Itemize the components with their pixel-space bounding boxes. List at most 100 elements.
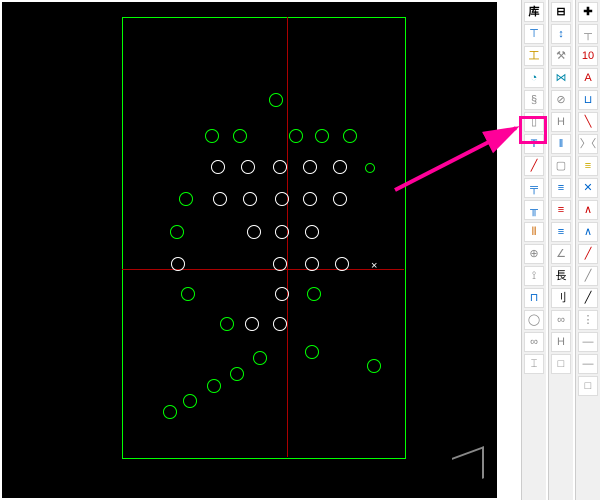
palette-header: 库 <box>524 2 544 22</box>
hole-marker[interactable] <box>243 192 257 206</box>
tool-cn-1-icon[interactable]: 刂 <box>551 288 571 308</box>
hole-marker[interactable] <box>233 129 247 143</box>
hole-marker[interactable] <box>205 129 219 143</box>
hole-marker[interactable] <box>207 379 221 393</box>
tool-line-r-icon[interactable]: ╲ <box>578 112 598 132</box>
tool-dots-icon[interactable]: ⋮ <box>578 310 598 330</box>
hole-marker[interactable] <box>305 345 319 359</box>
hole-marker[interactable] <box>303 192 317 206</box>
tool-seg-icon[interactable]: — <box>578 332 598 352</box>
hole-marker[interactable] <box>305 257 319 271</box>
tool-l-g-icon[interactable]: ╱ <box>578 266 598 286</box>
hole-marker[interactable] <box>230 367 244 381</box>
hole-marker[interactable] <box>241 160 255 174</box>
highlight-box <box>519 116 547 144</box>
tool-sq2-icon[interactable]: □ <box>578 376 598 396</box>
tool-l-r-icon[interactable]: ╱ <box>578 244 598 264</box>
hole-marker[interactable] <box>170 225 184 239</box>
hole-marker[interactable] <box>333 160 347 174</box>
hole-marker[interactable] <box>213 192 227 206</box>
tool-joint-icon[interactable]: ⋈ <box>551 68 571 88</box>
tool-i-section-icon[interactable]: ⌶ <box>524 354 544 374</box>
tool-hammer-icon[interactable]: ⚒ <box>551 46 571 66</box>
tool-u-blue-icon[interactable]: ⊔ <box>578 90 598 110</box>
x-marker: × <box>371 260 377 272</box>
boundary-rect <box>122 17 406 459</box>
tool-red10-icon[interactable]: 10 <box>578 46 598 66</box>
tool-dbl-icon[interactable]: ≡ <box>551 178 571 198</box>
tool-h-line-icon[interactable]: ‖ <box>551 134 571 154</box>
tool-box-icon[interactable]: ▢ <box>551 156 571 176</box>
tool-h-y-icon[interactable]: ≡ <box>578 156 598 176</box>
tool-h2-icon[interactable]: H <box>551 332 571 352</box>
hole-marker[interactable] <box>220 317 234 331</box>
tool-loop2-icon[interactable]: ∞ <box>551 310 571 330</box>
hole-marker[interactable] <box>179 192 193 206</box>
axis-v <box>287 17 288 457</box>
palette-header: ⊟ <box>551 2 571 22</box>
tool-aa-icon[interactable]: A <box>578 68 598 88</box>
tool-angle-icon[interactable]: ∠ <box>551 244 571 264</box>
hole-marker[interactable] <box>253 351 267 365</box>
hole-marker[interactable] <box>171 257 185 271</box>
tool-beam-t-icon[interactable]: ╤ <box>524 178 544 198</box>
tool-u-part-icon[interactable]: ⊓ <box>524 288 544 308</box>
drawing-canvas[interactable]: × <box>2 2 497 498</box>
tool-h-beam-icon[interactable]: H <box>551 112 571 132</box>
hole-marker[interactable] <box>183 394 197 408</box>
tool-arrows-icon[interactable]: ↕ <box>551 24 571 44</box>
hole-marker[interactable] <box>343 129 357 143</box>
tool-sq-icon[interactable]: □ <box>551 354 571 374</box>
tool-text-len-icon[interactable]: 長 <box>551 266 571 286</box>
tool-caret-b-icon[interactable]: ∧ <box>578 222 598 242</box>
tool-beam-b-icon[interactable]: ╥ <box>524 200 544 220</box>
tool-screw-icon[interactable]: ⟟ <box>524 266 544 286</box>
tool-color-bars-icon[interactable]: ⦀ <box>524 222 544 242</box>
tool-circ-icon[interactable]: ⊘ <box>551 90 571 110</box>
tool-caret-icon[interactable]: ∧ <box>578 200 598 220</box>
tool-loop-icon[interactable]: ∞ <box>524 332 544 352</box>
hole-marker[interactable] <box>305 225 319 239</box>
hole-marker[interactable] <box>365 163 375 173</box>
tool-pin-icon[interactable]: ⊤ <box>524 24 544 44</box>
hole-marker[interactable] <box>367 359 381 373</box>
tool-i-beam-icon[interactable]: 工 <box>524 46 544 66</box>
hole-marker[interactable] <box>303 160 317 174</box>
hole-marker[interactable] <box>163 405 177 419</box>
tool-target-icon[interactable]: ⊕ <box>524 244 544 264</box>
tool-spring-icon[interactable]: § <box>524 90 544 110</box>
hole-marker[interactable] <box>333 192 347 206</box>
tool-clock-icon[interactable]: ◔ <box>524 68 544 88</box>
tool-slash-icon[interactable]: ╱ <box>524 156 544 176</box>
palette-1: 库⊤工◔§▯T╱╤╥⦀⊕⟟⊓◯∞⌶ <box>521 0 546 500</box>
palette-3: ✚┬10A⊔╲〉〈≡✕∧∧╱╱╱⋮——□ <box>575 0 600 500</box>
hole-marker[interactable] <box>307 287 321 301</box>
tool-x-b-icon[interactable]: ✕ <box>578 178 598 198</box>
palette-2: ⊟↕⚒⋈⊘H‖▢≡≡≡∠長刂∞H□ <box>548 0 573 500</box>
hole-marker[interactable] <box>247 225 261 239</box>
corner-tab <box>452 446 484 490</box>
hole-marker[interactable] <box>273 257 287 271</box>
hole-marker[interactable] <box>275 287 289 301</box>
hole-marker[interactable] <box>315 129 329 143</box>
hole-marker[interactable] <box>211 160 225 174</box>
tool-seg2-icon[interactable]: — <box>578 354 598 374</box>
tool-tee3-icon[interactable]: ┬ <box>578 24 598 44</box>
tool-l-b-icon[interactable]: ╱ <box>578 288 598 308</box>
tool-bracket-icon[interactable]: 〉〈 <box>578 134 598 154</box>
hole-marker[interactable] <box>275 225 289 239</box>
hole-marker[interactable] <box>273 317 287 331</box>
hole-marker[interactable] <box>269 93 283 107</box>
hole-marker[interactable] <box>289 129 303 143</box>
tool-dbl-r-icon[interactable]: ≡ <box>551 200 571 220</box>
hole-marker[interactable] <box>335 257 349 271</box>
palette-header: ✚ <box>578 2 598 22</box>
hole-marker[interactable] <box>273 160 287 174</box>
tool-palettes: 库⊤工◔§▯T╱╤╥⦀⊕⟟⊓◯∞⌶ ⊟↕⚒⋈⊘H‖▢≡≡≡∠長刂∞H□ ✚┬10… <box>521 0 600 500</box>
hole-marker[interactable] <box>275 192 289 206</box>
axis-h <box>122 269 404 270</box>
hole-marker[interactable] <box>181 287 195 301</box>
tool-dbl-b-icon[interactable]: ≡ <box>551 222 571 242</box>
tool-ring-icon[interactable]: ◯ <box>524 310 544 330</box>
hole-marker[interactable] <box>245 317 259 331</box>
